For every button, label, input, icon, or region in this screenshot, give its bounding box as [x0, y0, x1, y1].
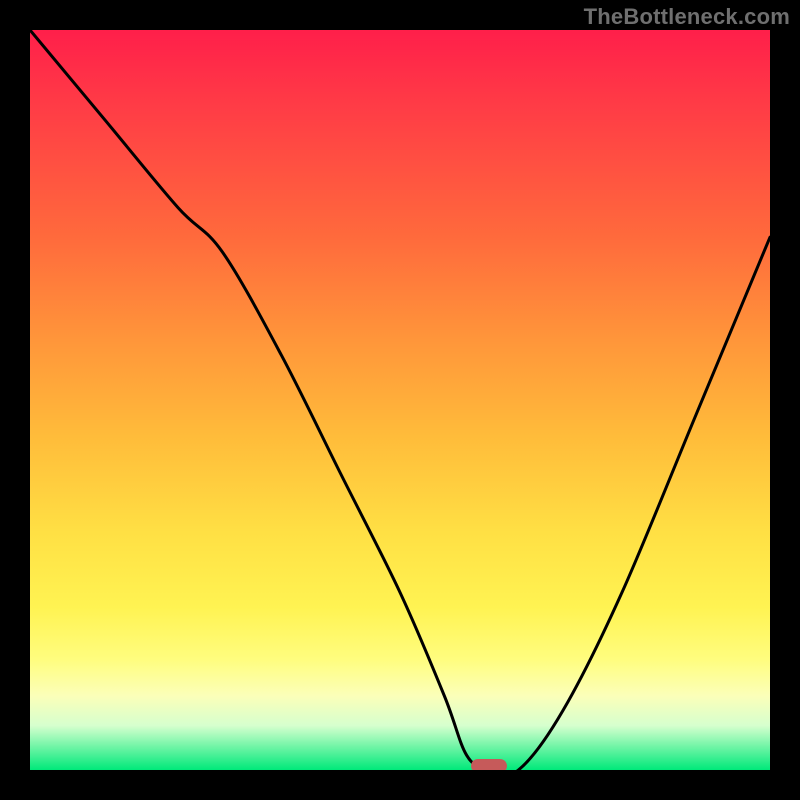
plot-area	[30, 30, 770, 770]
chart-frame: TheBottleneck.com	[0, 0, 800, 800]
bottleneck-curve	[30, 30, 770, 770]
watermark-text: TheBottleneck.com	[584, 4, 790, 30]
optimal-marker	[471, 759, 507, 770]
